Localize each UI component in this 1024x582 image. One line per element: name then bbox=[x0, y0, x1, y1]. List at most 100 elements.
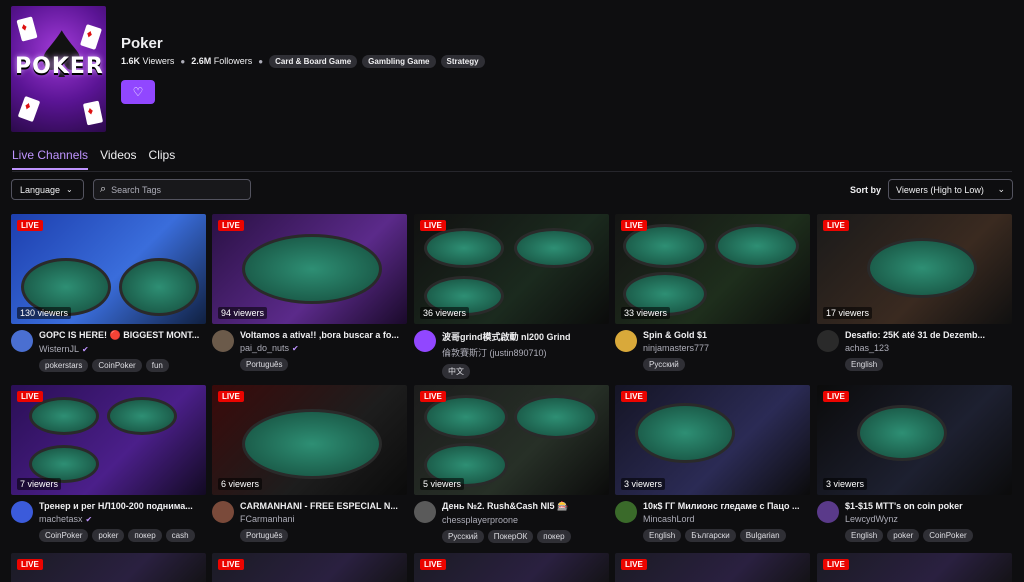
stream-tags: CoinPoker poker покер cash bbox=[39, 529, 205, 542]
search-input[interactable] bbox=[111, 184, 242, 195]
stream-tag[interactable]: English bbox=[845, 358, 884, 371]
stream-thumbnail[interactable]: LIVE 5 viewers bbox=[414, 385, 609, 495]
stream-card[interactable]: LIVE 3 viewers 10к$ ГГ Милионс гледаме с… bbox=[615, 385, 810, 542]
stream-tag[interactable]: pokerstars bbox=[39, 359, 89, 372]
stream-tag[interactable]: покер bbox=[537, 530, 571, 543]
stream-card[interactable]: LIVE 130 viewers GOPC IS HERE! 🔴 BIGGEST… bbox=[11, 214, 206, 372]
stream-tag[interactable]: Português bbox=[240, 358, 289, 371]
live-badge: LIVE bbox=[420, 391, 446, 402]
channel-avatar[interactable] bbox=[212, 330, 234, 352]
stream-thumbnail[interactable]: LIVE bbox=[11, 553, 206, 582]
tag-search[interactable]: ⌕ bbox=[93, 179, 251, 200]
stream-thumbnail[interactable]: LIVE 33 viewers bbox=[615, 214, 810, 324]
live-badge: LIVE bbox=[218, 391, 244, 402]
stream-card[interactable]: LIVE 7 viewers Тренер и рег НЛ100-200 по… bbox=[11, 385, 206, 542]
stream-tag[interactable]: Русский bbox=[442, 530, 484, 543]
stream-thumbnail[interactable]: LIVE 3 viewers bbox=[615, 385, 810, 495]
stream-tag[interactable]: English bbox=[643, 529, 682, 542]
stream-thumbnail[interactable]: LIVE bbox=[414, 553, 609, 582]
stream-thumbnail[interactable]: LIVE 7 viewers bbox=[11, 385, 206, 495]
stream-card[interactable]: LIVE 17 viewers Desafio: 25K até 31 de D… bbox=[817, 214, 1012, 371]
stream-card[interactable]: LIVE 5 viewers День №2. Rush&Cash NI5 🎰 … bbox=[414, 385, 609, 543]
stream-card[interactable]: LIVE 6 viewers CARMANHANI - FREE ESPECIA… bbox=[212, 385, 407, 542]
stream-tag[interactable]: cash bbox=[165, 529, 195, 542]
stream-tag[interactable]: CoinPoker bbox=[39, 529, 89, 542]
stream-tag[interactable]: CoinPoker bbox=[923, 529, 973, 542]
stream-thumbnail[interactable]: LIVE 36 viewers bbox=[414, 214, 609, 324]
stream-tag[interactable]: ПокерОК bbox=[487, 530, 534, 543]
category-title: Poker bbox=[121, 35, 163, 52]
category-tag[interactable]: Gambling Game bbox=[362, 54, 436, 68]
stream-tag[interactable]: Português bbox=[240, 529, 289, 542]
stream-thumbnail[interactable]: LIVE 130 viewers bbox=[11, 214, 206, 324]
channel-avatar[interactable] bbox=[212, 501, 234, 523]
stream-tags: English poker CoinPoker bbox=[845, 529, 1011, 542]
stream-thumbnail[interactable]: LIVE 3 viewers bbox=[817, 385, 1012, 495]
channel-name[interactable]: ninjamasters777 bbox=[643, 343, 809, 353]
stream-thumbnail[interactable]: LIVE 17 viewers bbox=[817, 214, 1012, 324]
language-dropdown[interactable]: Language ⌄ bbox=[11, 179, 84, 200]
live-badge: LIVE bbox=[823, 391, 849, 402]
stream-title[interactable]: 10к$ ГГ Милионс гледаме с Пацо ... bbox=[643, 501, 809, 511]
viewer-count: 130 viewers bbox=[17, 307, 72, 319]
channel-name[interactable]: pai_do_nuts ✔ bbox=[240, 343, 406, 353]
stream-tag[interactable]: English bbox=[845, 529, 884, 542]
category-tag[interactable]: Strategy bbox=[440, 54, 485, 68]
channel-avatar[interactable] bbox=[817, 330, 839, 352]
chevron-down-icon: ⌄ bbox=[997, 184, 1005, 194]
channel-name[interactable]: FCarmanhani bbox=[240, 514, 406, 524]
channel-avatar[interactable] bbox=[615, 501, 637, 523]
channel-avatar[interactable] bbox=[11, 330, 33, 352]
tab-clips[interactable]: Clips bbox=[149, 148, 176, 170]
category-tag[interactable]: Card & Board Game bbox=[269, 54, 358, 68]
stream-tag[interactable]: 中文 bbox=[442, 364, 470, 379]
stream-title[interactable]: Spin & Gold $1 bbox=[643, 330, 809, 340]
channel-avatar[interactable] bbox=[615, 330, 637, 352]
stream-thumbnail[interactable]: LIVE bbox=[212, 553, 407, 582]
stream-title[interactable]: Тренер и рег НЛ100-200 поднима... bbox=[39, 501, 205, 511]
stream-card[interactable]: LIVE 3 viewers $1-$15 MTT's on coin poke… bbox=[817, 385, 1012, 542]
stream-title[interactable]: 波哥grind模式啟動 nl200 Grind bbox=[442, 330, 608, 343]
stream-title[interactable]: Voltamos a ativa!! ,bora buscar a fo... bbox=[240, 330, 406, 340]
stream-title[interactable]: Desafio: 25K até 31 de Dezemb... bbox=[845, 330, 1011, 340]
stream-tag[interactable]: Bulgarian bbox=[739, 529, 786, 542]
stream-tag[interactable]: покер bbox=[128, 529, 162, 542]
channel-avatar[interactable] bbox=[414, 330, 436, 352]
channel-name[interactable]: MincashLord bbox=[643, 514, 809, 524]
chevron-down-icon: ⌄ bbox=[66, 185, 73, 194]
channel-name[interactable]: machetasx ✔ bbox=[39, 514, 205, 524]
channel-name[interactable]: chessplayerproone bbox=[442, 515, 608, 525]
stream-tags: Русский ПокерОК покер bbox=[442, 530, 608, 543]
follow-button[interactable]: ♡ bbox=[121, 80, 155, 104]
channel-name[interactable]: LewcydWynz bbox=[845, 514, 1011, 524]
stream-card[interactable]: LIVE 94 viewers Voltamos a ativa!! ,bora… bbox=[212, 214, 407, 371]
sort-dropdown[interactable]: Viewers (High to Low) ⌄ bbox=[888, 179, 1013, 200]
channel-avatar[interactable] bbox=[414, 501, 436, 523]
tab-live-channels[interactable]: Live Channels bbox=[12, 148, 89, 170]
viewer-count: 3 viewers bbox=[823, 478, 868, 490]
stream-title[interactable]: GOPC IS HERE! 🔴 BIGGEST MONT... bbox=[39, 330, 205, 341]
channel-name[interactable]: WisternJL ✔ bbox=[39, 344, 205, 354]
channel-avatar[interactable] bbox=[11, 501, 33, 523]
stream-tags: English Български Bulgarian bbox=[643, 529, 809, 542]
channel-avatar[interactable] bbox=[817, 501, 839, 523]
stream-tag[interactable]: Русский bbox=[643, 358, 685, 371]
tab-videos[interactable]: Videos bbox=[100, 148, 136, 170]
stream-title[interactable]: $1-$15 MTT's on coin poker bbox=[845, 501, 1011, 511]
stream-tag[interactable]: CoinPoker bbox=[92, 359, 142, 372]
stream-thumbnail[interactable]: LIVE bbox=[817, 553, 1012, 582]
verified-icon: ✔ bbox=[85, 514, 93, 524]
stream-tag[interactable]: poker bbox=[887, 529, 920, 542]
channel-name[interactable]: 倫敦賽斯汀 (justin890710) bbox=[442, 346, 608, 359]
stream-tag[interactable]: fun bbox=[145, 359, 169, 372]
stream-tag[interactable]: Български bbox=[685, 529, 736, 542]
stream-thumbnail[interactable]: LIVE 94 viewers bbox=[212, 214, 407, 324]
stream-card[interactable]: LIVE 36 viewers 波哥grind模式啟動 nl200 Grind … bbox=[414, 214, 609, 379]
stream-title[interactable]: CARMANHANI - FREE ESPECIAL N... bbox=[240, 501, 406, 511]
stream-title[interactable]: День №2. Rush&Cash NI5 🎰 bbox=[442, 501, 608, 512]
stream-thumbnail[interactable]: LIVE 6 viewers bbox=[212, 385, 407, 495]
stream-thumbnail[interactable]: LIVE bbox=[615, 553, 810, 582]
stream-card[interactable]: LIVE 33 viewers Spin & Gold $1 ninjamast… bbox=[615, 214, 810, 371]
channel-name[interactable]: achas_123 bbox=[845, 343, 1011, 353]
stream-tag[interactable]: poker bbox=[92, 529, 125, 542]
